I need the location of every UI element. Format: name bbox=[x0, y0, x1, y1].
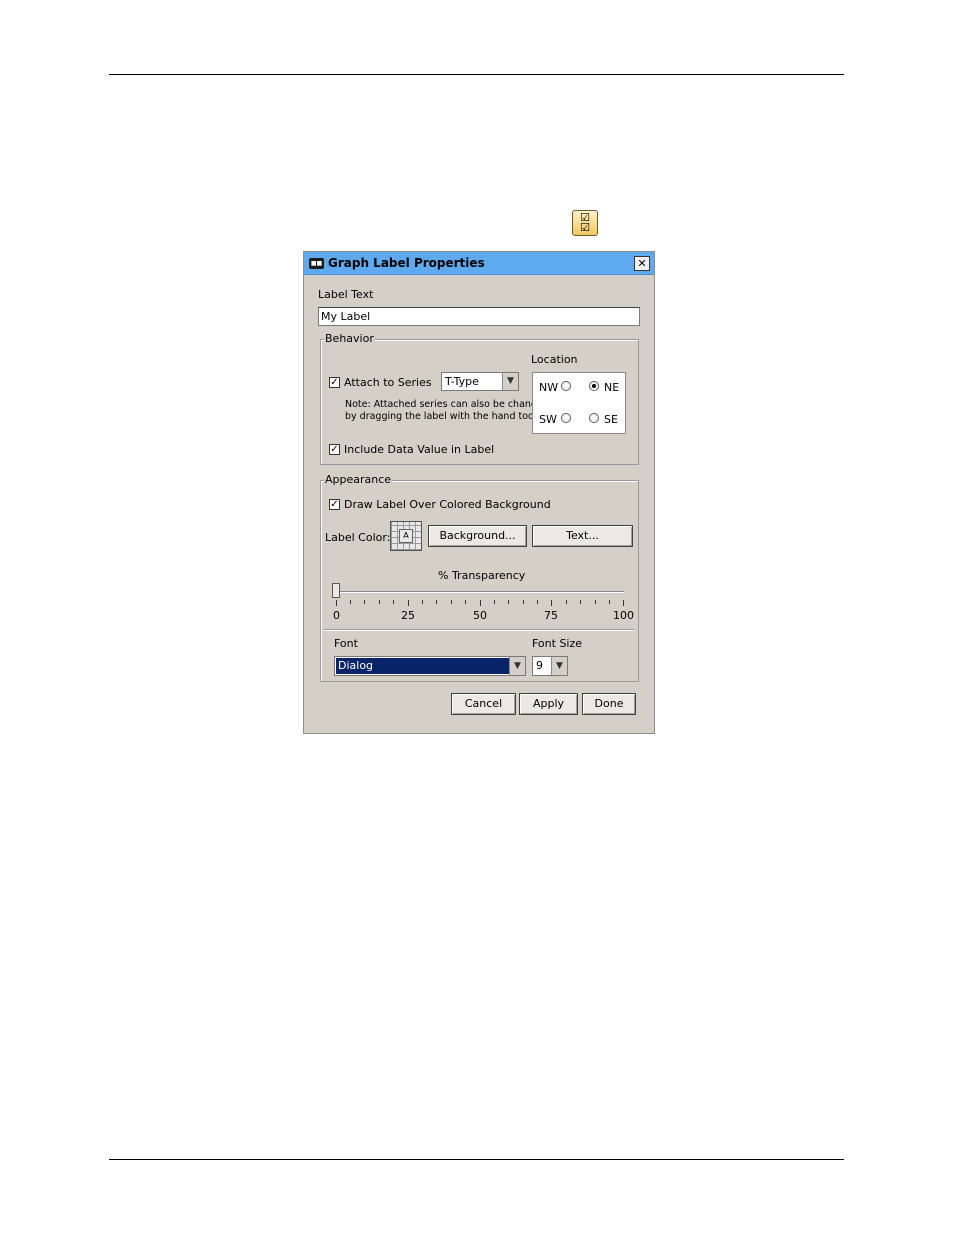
slider-tick bbox=[451, 600, 452, 604]
attach-note-line2: by dragging the label with the hand tool bbox=[345, 411, 537, 422]
series-combo-value: T-Type bbox=[445, 375, 479, 388]
draw-over-background-checkbox[interactable]: ✓ bbox=[329, 499, 340, 510]
draw-over-background-label: Draw Label Over Colored Background bbox=[344, 498, 551, 511]
appearance-separator bbox=[324, 629, 634, 631]
series-combo[interactable]: T-Type ▼ bbox=[441, 372, 519, 391]
label-color-swatch[interactable]: A bbox=[390, 521, 422, 551]
appearance-group-title: Appearance bbox=[324, 473, 393, 486]
slider-tick bbox=[364, 600, 365, 604]
slider-tick bbox=[393, 600, 394, 604]
slider-tick bbox=[623, 600, 624, 606]
chevron-down-icon[interactable]: ▼ bbox=[509, 657, 525, 675]
include-data-value-checkbox[interactable]: ✓ bbox=[329, 444, 340, 455]
transparency-slider-track[interactable] bbox=[334, 591, 624, 593]
check-glyph: ☑ bbox=[580, 221, 590, 234]
slider-tick bbox=[379, 600, 380, 604]
slider-tick bbox=[523, 600, 524, 604]
location-heading: Location bbox=[531, 353, 578, 366]
background-button[interactable]: Background... bbox=[428, 525, 527, 547]
transparency-heading: % Transparency bbox=[438, 569, 526, 582]
location-sw-radio[interactable] bbox=[561, 413, 571, 423]
location-ne-radio[interactable] bbox=[589, 381, 599, 391]
cancel-button[interactable]: Cancel bbox=[451, 693, 516, 715]
slider-tick bbox=[508, 600, 509, 604]
slider-tick bbox=[436, 600, 437, 604]
apply-button[interactable]: Apply bbox=[519, 693, 578, 715]
close-button[interactable]: ✕ bbox=[634, 256, 650, 271]
slider-tick bbox=[566, 600, 567, 604]
properties-checklist-icon[interactable]: ☑ ☑ bbox=[572, 210, 598, 236]
slider-tick bbox=[408, 600, 409, 606]
slider-tick bbox=[422, 600, 423, 604]
graph-label-properties-dialog: ■■ Graph Label Properties ✕ Label Text B… bbox=[303, 251, 655, 734]
slider-tick bbox=[580, 600, 581, 604]
slider-tick bbox=[494, 600, 495, 604]
tick-label: 50 bbox=[473, 609, 487, 622]
tick-label: 0 bbox=[333, 609, 340, 622]
slider-tick bbox=[537, 600, 538, 604]
attach-to-series-checkbox[interactable]: ✓ bbox=[329, 377, 340, 388]
header-rule bbox=[109, 74, 844, 75]
location-sw-label: SW bbox=[539, 413, 557, 426]
text-button[interactable]: Text... bbox=[532, 525, 633, 547]
chevron-down-icon[interactable]: ▼ bbox=[551, 657, 567, 675]
title-bar[interactable]: ■■ Graph Label Properties ✕ bbox=[304, 252, 654, 275]
done-button[interactable]: Done bbox=[582, 693, 636, 715]
label-text-heading: Label Text bbox=[318, 288, 374, 301]
slider-tick bbox=[551, 600, 552, 606]
chevron-down-icon[interactable]: ▼ bbox=[502, 373, 518, 390]
slider-tick bbox=[336, 600, 337, 606]
slider-tick bbox=[609, 600, 610, 604]
font-size-heading: Font Size bbox=[532, 637, 583, 650]
font-heading: Font bbox=[334, 637, 358, 650]
font-combo[interactable]: Dialog ▼ bbox=[334, 656, 526, 676]
tick-label: 75 bbox=[544, 609, 558, 622]
label-color-label: Label Color: bbox=[325, 531, 391, 544]
label-text-input[interactable] bbox=[318, 307, 640, 326]
slider-tick bbox=[465, 600, 466, 604]
footer-rule bbox=[109, 1159, 844, 1160]
slider-tick bbox=[350, 600, 351, 604]
location-ne-label: NE bbox=[604, 381, 620, 394]
font-size-combo[interactable]: 9 ▼ bbox=[532, 656, 568, 676]
location-nw-label: NW bbox=[539, 381, 559, 394]
tick-label: 100 bbox=[613, 609, 634, 622]
attach-to-series-label: Attach to Series bbox=[344, 376, 432, 389]
font-combo-value: Dialog bbox=[336, 658, 509, 674]
tick-label: 25 bbox=[401, 609, 415, 622]
location-se-radio[interactable] bbox=[589, 413, 599, 423]
location-se-label: SE bbox=[604, 413, 618, 426]
swatch-letter: A bbox=[399, 529, 413, 543]
slider-tick bbox=[595, 600, 596, 604]
dialog-title: Graph Label Properties bbox=[328, 256, 485, 270]
app-logo-icon: ■■ bbox=[309, 258, 324, 269]
location-box: NW NE SW SE bbox=[532, 372, 626, 434]
font-size-value: 9 bbox=[536, 659, 543, 672]
location-nw-radio[interactable] bbox=[561, 381, 571, 391]
attach-note-line1: Note: Attached series can also be change… bbox=[345, 399, 549, 410]
slider-tick bbox=[480, 600, 481, 606]
include-data-value-label: Include Data Value in Label bbox=[344, 443, 495, 456]
behavior-group-title: Behavior bbox=[324, 332, 375, 345]
transparency-slider-thumb[interactable] bbox=[332, 583, 340, 598]
